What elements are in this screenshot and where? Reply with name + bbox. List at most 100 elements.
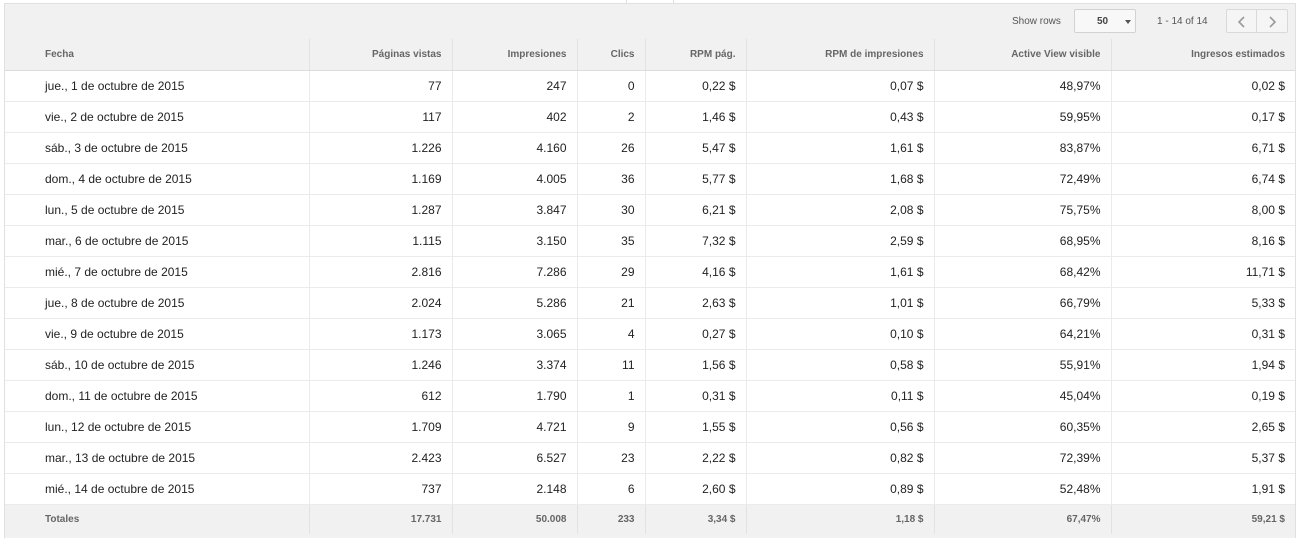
previous-page-button[interactable] (1226, 9, 1257, 33)
cell-clicks: 11 (576, 349, 645, 381)
table-row: mar., 13 de octubre de 2015 2.423 6.527 23 2… (5, 442, 1295, 474)
cell-clicks: 1 (576, 380, 645, 412)
cell-date: jue., 1 de octubre de 2015 (5, 70, 309, 102)
cell-active-view-viewable: 64,21% (933, 318, 1111, 350)
cell-page-rpm: 4,16 $ (644, 256, 746, 288)
cell-page-views: 1.246 (308, 349, 452, 381)
cell-estimated-earnings: 8,16 $ (1110, 225, 1295, 257)
cell-estimated-earnings: 0,19 $ (1110, 380, 1295, 412)
table-row: vie., 2 de octubre de 2015 117 402 2 1,46 $0… (5, 101, 1295, 133)
table-row: sáb., 10 de octubre de 2015 1.246 3.374 11 1… (5, 349, 1295, 381)
cell-active-view-viewable: 72,49% (933, 163, 1111, 195)
cell-clicks: 23 (576, 442, 645, 474)
cell-page-rpm: 2,60 $ (644, 473, 746, 505)
cell-page-rpm: 5,77 $ (644, 163, 746, 195)
cell-impression-rpm: 1,61 $ (745, 256, 934, 288)
cell-impressions: 3.374 (451, 349, 577, 381)
cell-date: jue., 8 de octubre de 2015 (5, 287, 309, 319)
table-footer: Totales 17.731 50.008 233 3,34 $1,18 $67,47%… (5, 503, 1295, 534)
cell-impression-rpm: 0,56 $ (745, 411, 934, 443)
cell-impressions: 3.065 (451, 318, 577, 350)
column-header-clicks[interactable]: Clics (576, 39, 645, 71)
cell-page-views: 1.287 (308, 194, 452, 226)
cell-clicks: 26 (576, 132, 645, 164)
cell-page-rpm: 0,22 $ (644, 70, 746, 102)
cell-estimated-earnings: 0,17 $ (1110, 101, 1295, 133)
cell-impression-rpm: 0,10 $ (745, 318, 934, 350)
cell-page-views: 737 (308, 473, 452, 505)
total-clicks: 233 (576, 503, 645, 534)
cell-page-views: 1.115 (308, 225, 452, 257)
pagination-range: 1 - 14 of 14 (1157, 16, 1208, 27)
report-panel: Show rows 50 1 - 14 of 14 Fecha Páginas … (4, 3, 1296, 538)
cell-active-view-viewable: 60,35% (933, 411, 1111, 443)
cell-page-rpm: 7,32 $ (644, 225, 746, 257)
cell-estimated-earnings: 5,37 $ (1110, 442, 1295, 474)
cell-page-rpm: 1,55 $ (644, 411, 746, 443)
cell-active-view-viewable: 66,79% (933, 287, 1111, 319)
cell-estimated-earnings: 6,74 $ (1110, 163, 1295, 195)
cell-impressions: 7.286 (451, 256, 577, 288)
chevron-right-icon (1269, 16, 1277, 28)
cell-impressions: 1.790 (451, 380, 577, 412)
chevron-left-icon (1237, 16, 1245, 28)
cell-clicks: 30 (576, 194, 645, 226)
cell-date: lun., 5 de octubre de 2015 (5, 194, 309, 226)
cell-page-views: 1.226 (308, 132, 452, 164)
cell-impression-rpm: 0,58 $ (745, 349, 934, 381)
cell-active-view-viewable: 68,42% (933, 256, 1111, 288)
next-page-button[interactable] (1257, 9, 1288, 33)
cell-impression-rpm: 2,59 $ (745, 225, 934, 257)
cell-page-views: 2.816 (308, 256, 452, 288)
column-header-impression-rpm[interactable]: RPM de impresiones (745, 39, 934, 71)
table-row: dom., 11 de octubre de 2015 612 1.790 1 0,31… (5, 380, 1295, 412)
caret-down-icon (1125, 20, 1131, 24)
cell-date: vie., 9 de octubre de 2015 (5, 318, 309, 350)
table-row: jue., 1 de octubre de 2015 77 247 0 0,22 $0,… (5, 70, 1295, 102)
table-row: lun., 5 de octubre de 2015 1.287 3.847 30 6,… (5, 194, 1295, 226)
cell-date: lun., 12 de octubre de 2015 (5, 411, 309, 443)
cell-estimated-earnings: 2,65 $ (1110, 411, 1295, 443)
tab-notch (626, 0, 674, 3)
total-impressions: 50.008 (451, 503, 577, 534)
column-header-page-rpm[interactable]: RPM pág. (644, 39, 746, 71)
rows-per-page-value: 50 (1097, 16, 1109, 27)
cell-impression-rpm: 0,07 $ (745, 70, 934, 102)
rows-per-page-select[interactable]: 50 (1074, 9, 1136, 33)
cell-clicks: 29 (576, 256, 645, 288)
total-estimated-earnings: 59,21 $ (1110, 503, 1295, 534)
cell-clicks: 36 (576, 163, 645, 195)
cell-impressions: 3.847 (451, 194, 577, 226)
cell-date: mar., 13 de octubre de 2015 (5, 442, 309, 474)
cell-clicks: 6 (576, 473, 645, 505)
cell-page-rpm: 2,63 $ (644, 287, 746, 319)
cell-estimated-earnings: 8,00 $ (1110, 194, 1295, 226)
cell-page-views: 2.024 (308, 287, 452, 319)
cell-impressions: 2.148 (451, 473, 577, 505)
cell-page-rpm: 1,46 $ (644, 101, 746, 133)
table-row: mié., 7 de octubre de 2015 2.816 7.286 29 4,… (5, 256, 1295, 288)
table-row: mar., 6 de octubre de 2015 1.115 3.150 35 7,… (5, 225, 1295, 257)
total-page-views: 17.731 (308, 503, 452, 534)
column-header-page-views[interactable]: Páginas vistas (308, 39, 452, 71)
cell-date: sáb., 3 de octubre de 2015 (5, 132, 309, 164)
cell-date: mié., 7 de octubre de 2015 (5, 256, 309, 288)
table-row: dom., 4 de octubre de 2015 1.169 4.005 36 5,… (5, 163, 1295, 195)
table-row: lun., 12 de octubre de 2015 1.709 4.721 9 1,… (5, 411, 1295, 443)
table-header: Fecha Páginas vistas Impresiones Clics RPM p… (5, 39, 1295, 71)
column-header-impressions[interactable]: Impresiones (451, 39, 577, 71)
cell-impressions: 4.721 (451, 411, 577, 443)
column-header-active-view-viewable[interactable]: Active View visible (933, 39, 1111, 71)
cell-page-views: 77 (308, 70, 452, 102)
cell-active-view-viewable: 72,39% (933, 442, 1111, 474)
column-header-estimated-earnings[interactable]: Ingresos estimados (1110, 39, 1295, 71)
cell-impressions: 4.005 (451, 163, 577, 195)
cell-impressions: 4.160 (451, 132, 577, 164)
column-header-date[interactable]: Fecha (5, 39, 309, 71)
cell-date: sáb., 10 de octubre de 2015 (5, 349, 309, 381)
cell-active-view-viewable: 75,75% (933, 194, 1111, 226)
table-toolbar: Show rows 50 1 - 14 of 14 (5, 3, 1295, 40)
cell-active-view-viewable: 45,04% (933, 380, 1111, 412)
cell-impressions: 402 (451, 101, 577, 133)
cell-impression-rpm: 0,89 $ (745, 473, 934, 505)
